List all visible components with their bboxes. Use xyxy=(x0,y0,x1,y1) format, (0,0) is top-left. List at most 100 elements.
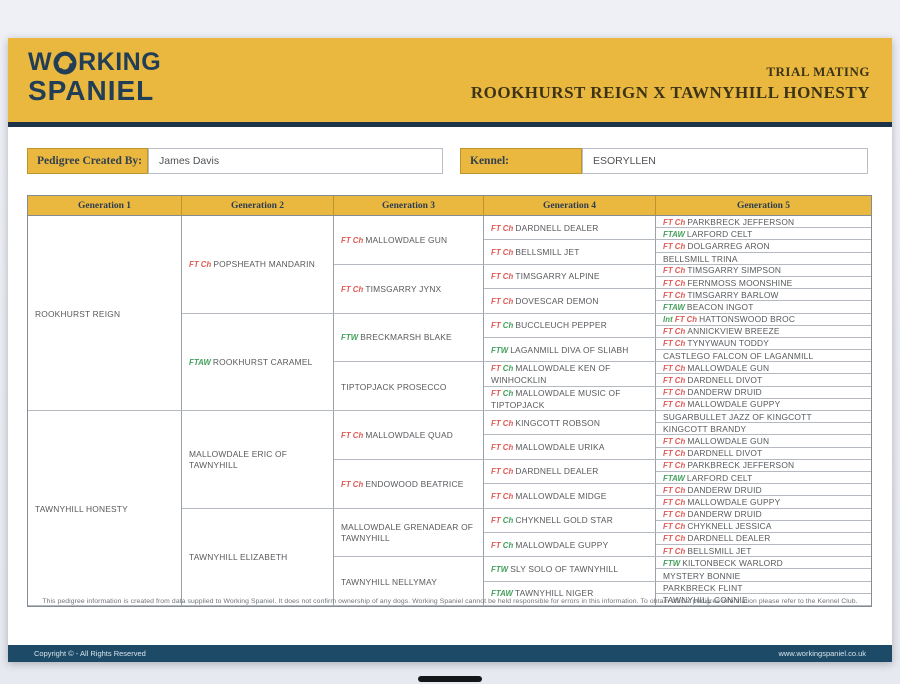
dog-name: KILTONBECK WARLORD xyxy=(682,558,783,568)
pedigree-cell-gen4-9: FTChKINGCOTT ROBSON xyxy=(484,411,656,435)
pedigree-cell-text: FTChANNICKVIEW BREEZE xyxy=(663,326,780,338)
dog-name: BEACON INGOT xyxy=(687,302,754,312)
pedigree-cell-gen5-23: FTChDANDERW DRUID xyxy=(656,484,871,496)
pedigree-cell-text: CASTLEGO FALCON OF LAGANMILL xyxy=(663,350,813,361)
working-spaniel-logo: WRKING SPANIEL xyxy=(28,50,161,105)
dog-name: TAWNYHILL NIGER xyxy=(515,588,594,598)
title-badge-ft: FT xyxy=(663,339,673,348)
title-badge-ft: FT xyxy=(663,266,673,275)
pedigree-cell-text: FTChMALLOWDALE GUN xyxy=(341,234,447,246)
pedigree-cell-text: FTChMALLOWDALE MIDGE xyxy=(491,490,606,502)
title-badge-ch: Ch xyxy=(503,297,514,306)
pedigree-cell-text: TAWNYHILL NELLYMAY xyxy=(341,576,437,587)
title-badge-ft: FT xyxy=(663,327,673,336)
logo-line-2: SPANIEL xyxy=(28,77,161,105)
title-badge-ft: FT xyxy=(675,315,685,324)
pedigree-cell-gen4-3: FTChTIMSGARRY ALPINE xyxy=(484,265,656,289)
dog-name: TIMSGARRY BARLOW xyxy=(687,290,778,300)
dog-name: TIPTOPJACK PROSECCO xyxy=(341,382,447,392)
pedigree-cell-text: FTChMALLOWDALE URIKA xyxy=(491,441,605,453)
pedigree-cell-text: FTChDANDERW DRUID xyxy=(663,387,762,399)
title-badge-ch: Ch xyxy=(675,522,686,531)
dog-name: TYNYWAUN TODDY xyxy=(687,338,769,348)
header-divider xyxy=(8,122,892,127)
pedigree-cell-text: FTChDARDNELL DEALER xyxy=(491,222,599,234)
pedigree-cell-gen1-2: TAWNYHILL HONESTY xyxy=(28,411,182,606)
logo-text-w: W xyxy=(28,50,52,75)
pedigree-cell-gen2-4: TAWNYHILL ELIZABETH xyxy=(182,509,334,607)
dog-name: FERNMOSS MOONSHINE xyxy=(687,278,792,288)
website-link[interactable]: www.workingspaniel.co.uk xyxy=(778,649,866,658)
dog-name: DARDNELL DEALER xyxy=(515,223,598,233)
pedigree-cell-gen5-8: FTAWBEACON INGOT xyxy=(656,301,871,313)
title-badge-ftaw: FTAW xyxy=(663,230,685,239)
pedigree-cell-text: PARKBRECK FLINT xyxy=(663,582,743,593)
title-badge-ftaw: FTAW xyxy=(663,474,685,483)
pedigree-cell-gen5-1: FTChPARKBRECK JEFFERSON xyxy=(656,216,871,228)
pedigree-cell-gen5-6: FTChFERNMOSS MOONSHINE xyxy=(656,277,871,289)
pedigree-cell-gen5-14: FTChDARDNELL DIVOT xyxy=(656,374,871,386)
pedigree-cell-text: FTWBRECKMARSH BLAKE xyxy=(341,331,452,343)
pedigree-cell-gen5-19: FTChMALLOWDALE GUN xyxy=(656,435,871,447)
pedigree-cell-gen5-7: FTChTIMSGARRY BARLOW xyxy=(656,289,871,301)
pedigree-cell-gen3-6: FTChENDOWOOD BEATRICE xyxy=(334,460,484,509)
title-badge-ft: FT xyxy=(663,364,673,373)
pedigree-cell-text: FTChMALLOWDALE GUN xyxy=(663,435,769,447)
pedigree-cell-gen4-14: FTChMALLOWDALE GUPPY xyxy=(484,533,656,557)
pedigree-cell-text: MALLOWDALE ERIC OF TAWNYHILL xyxy=(189,448,329,470)
pedigree-cell-text: TIPTOPJACK PROSECCO xyxy=(341,381,447,392)
pedigree-cell-gen5-20: FTChDARDNELL DIVOT xyxy=(656,448,871,460)
title-badge-ch: Ch xyxy=(503,364,514,373)
dog-name: TIMSGARRY ALPINE xyxy=(515,271,599,281)
pedigree-cell-text: FTChMALLOWDALE KEN OF WINHOCKLIN xyxy=(491,362,651,385)
pedigree-cell-text: FTChDARDNELL DIVOT xyxy=(663,448,762,460)
dog-name: ROOKHURST CARAMEL xyxy=(213,357,313,367)
dog-name: MALLOWDALE GUN xyxy=(687,436,769,446)
dog-name: MALLOWDALE URIKA xyxy=(515,442,604,452)
home-indicator-bar xyxy=(418,676,482,682)
kennel-input[interactable]: ESORYLLEN xyxy=(582,148,868,174)
title-badge-ch: Ch xyxy=(503,321,514,330)
pedigree-cell-gen4-4: FTChDOVESCAR DEMON xyxy=(484,289,656,313)
pedigree-cell-gen4-11: FTChDARDNELL DEALER xyxy=(484,460,656,484)
title-badge-ch: Ch xyxy=(675,279,686,288)
dog-head-icon xyxy=(53,51,77,75)
pedigree-cell-gen3-1: FTChMALLOWDALE GUN xyxy=(334,216,484,265)
pedigree-cell-gen5-4: BELLSMILL TRINA xyxy=(656,253,871,265)
pedigree-cell-text: FTChPARKBRECK JEFFERSON xyxy=(663,460,794,472)
pedigree-cell-text: SUGARBULLET JAZZ OF KINGCOTT xyxy=(663,411,812,422)
title-badge-ch: Ch xyxy=(675,498,686,507)
title-badge-ch: Ch xyxy=(201,260,212,269)
title-badge-ft: FT xyxy=(491,492,501,501)
pedigree-table: Generation 1Generation 2Generation 3Gene… xyxy=(27,195,872,607)
pedigree-cell-gen3-4: TIPTOPJACK PROSECCO xyxy=(334,362,484,411)
pedigree-cell-text: FTChFERNMOSS MOONSHINE xyxy=(663,277,792,289)
pedigree-cell-gen4-6: FTWLAGANMILL DIVA OF SLIABH xyxy=(484,338,656,362)
title-badge-ch: Ch xyxy=(353,480,364,489)
title-badge-ft: FT xyxy=(491,321,501,330)
pedigree-cell-text: FTChPOPSHEATH MANDARIN xyxy=(189,258,315,270)
dog-name: SLY SOLO OF TAWNYHILL xyxy=(510,564,618,574)
title-badge-ftw: FTW xyxy=(663,559,680,568)
dog-name: TAWNYHILL HONESTY xyxy=(35,504,128,514)
pedigree-cell-text: FTChDANDERW DRUID xyxy=(663,484,762,496)
dog-name: BELLSMILL TRINA xyxy=(663,254,738,264)
dog-name: DARDNELL DIVOT xyxy=(687,375,762,385)
pedigree-cell-text: FTAWLARFORD CELT xyxy=(663,228,752,240)
pedigree-cell-text: ROOKHURST REIGN xyxy=(35,308,120,319)
pedigree-cell-text: MALLOWDALE GRENADEAR OF TAWNYHILL xyxy=(341,521,479,543)
pedigree-cell-text: FTChTIMSGARRY JYNX xyxy=(341,283,441,295)
title-badge-ch: Ch xyxy=(353,285,364,294)
title-badge-ft: FT xyxy=(663,279,673,288)
title-badge-ch: Ch xyxy=(675,364,686,373)
pedigree-cell-gen5-9: IntFTChHATTONSWOOD BROC xyxy=(656,314,871,326)
title-badge-ftw: FTW xyxy=(341,333,358,342)
pedigree-cell-gen5-27: FTChDARDNELL DEALER xyxy=(656,533,871,545)
pedigree-cell-gen2-2: FTAWROOKHURST CARAMEL xyxy=(182,314,334,412)
dog-name: LARFORD CELT xyxy=(687,229,753,239)
pedigree-cell-text: FTChBELLSMILL JET xyxy=(491,246,580,258)
generation-header-1: Generation 1 xyxy=(28,196,182,216)
title-badge-ft: FT xyxy=(491,248,501,257)
title-badge-ft: FT xyxy=(491,443,501,452)
created-by-input[interactable]: James Davis xyxy=(148,148,443,174)
